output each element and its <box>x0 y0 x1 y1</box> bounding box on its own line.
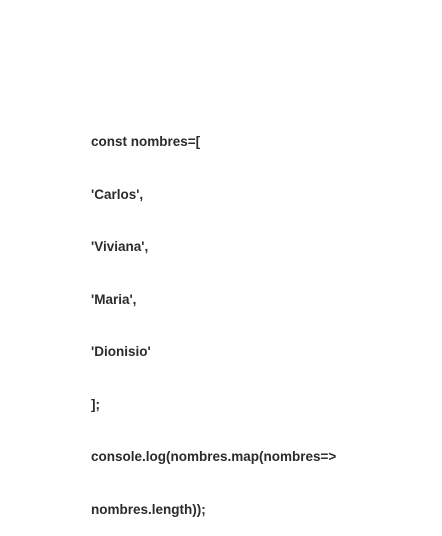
code-line: nombres.length)); <box>91 501 206 517</box>
code-line: 'Dionisio' <box>91 344 151 359</box>
code-line: console.log(nombres.map(nombres=> <box>91 449 337 464</box>
code-line: 'Carlos', <box>91 186 144 202</box>
code-line: 'Maria', <box>91 291 137 307</box>
code-snippet: const nombres=[ 'Carlos', 'Viviana', 'Ma… <box>91 98 336 536</box>
code-line: const nombres=[ <box>91 134 201 149</box>
code-line: 'Viviana', <box>91 239 149 254</box>
code-line: ]; <box>91 396 100 412</box>
